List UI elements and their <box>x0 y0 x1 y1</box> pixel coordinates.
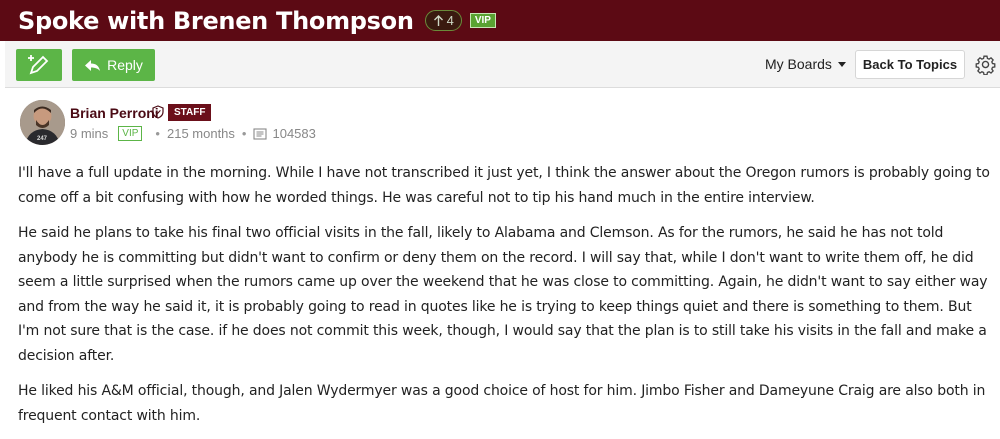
meta-separator: • <box>155 126 160 141</box>
author-message-count: 104583 <box>272 126 316 141</box>
message-count-icon <box>253 127 268 140</box>
reply-button[interactable]: Reply <box>72 49 155 81</box>
topic-toolbar: Reply My Boards Back To Topics <box>5 41 1000 88</box>
author-vip-badge: VIP <box>118 126 143 141</box>
upvote-number: 4 <box>446 13 454 28</box>
vip-badge: VIP <box>469 13 496 28</box>
post-paragraph: He liked his A&M official, though, and J… <box>18 383 986 424</box>
shield-icon <box>152 105 164 119</box>
post-time: 9 mins <box>70 126 109 141</box>
post: 247 Brian Perroni STAFF 9 mins VIP • 215… <box>5 88 1000 424</box>
reply-arrow-icon <box>85 59 101 71</box>
post-body: I'll have a full update in the morning. … <box>18 161 993 439</box>
meta-separator: • <box>241 126 247 141</box>
author-name[interactable]: Brian Perroni <box>70 105 159 121</box>
my-boards-label: My Boards <box>765 56 832 72</box>
upvote-count[interactable]: 4 <box>424 10 462 31</box>
avatar-image: 247 <box>20 100 65 145</box>
new-topic-button[interactable] <box>16 49 62 81</box>
staff-badge: STAFF <box>168 104 212 121</box>
post-paragraph: He said he plans to take his final two o… <box>18 225 988 364</box>
reply-label: Reply <box>107 57 143 73</box>
back-to-topics-button[interactable]: Back To Topics <box>855 50 965 79</box>
caret-down-icon <box>837 61 846 67</box>
topic-title: Spoke with Brenen Thompson <box>18 6 414 35</box>
topic-header: Spoke with Brenen Thompson 4 VIP <box>0 0 1000 41</box>
compose-pencil-icon <box>28 55 49 75</box>
gear-icon[interactable] <box>975 54 996 75</box>
arrow-up-icon <box>433 14 443 26</box>
my-boards-dropdown[interactable]: My Boards <box>765 56 846 72</box>
author-avatar[interactable]: 247 <box>20 100 65 145</box>
post-paragraph: I'll have a full update in the morning. … <box>18 165 990 206</box>
svg-text:247: 247 <box>37 136 48 142</box>
post-meta: 9 mins VIP • 215 months • 104583 <box>70 126 316 141</box>
author-tenure: 215 months <box>166 126 235 141</box>
